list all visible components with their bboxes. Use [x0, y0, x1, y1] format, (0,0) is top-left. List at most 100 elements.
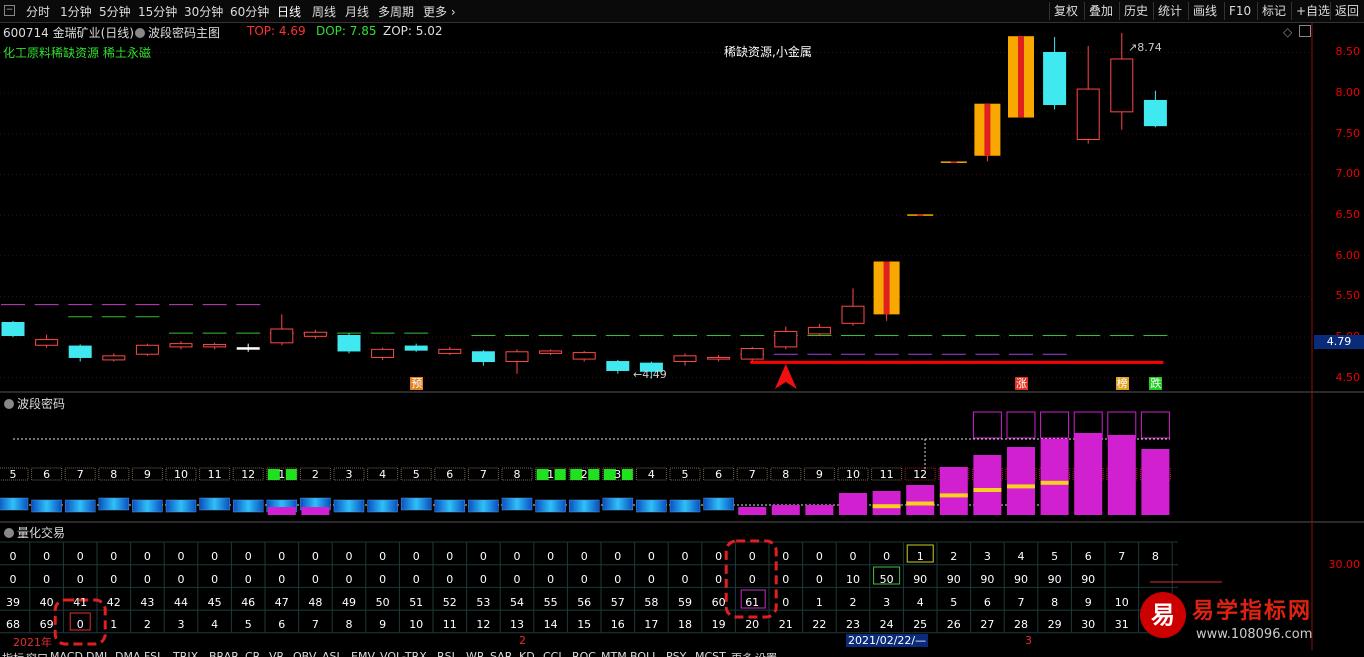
- history-button[interactable]: 历史: [1119, 2, 1152, 20]
- candle-body: [1043, 51, 1067, 106]
- wave-bar-magenta: [1074, 433, 1103, 515]
- indicator-tab[interactable]: SAR: [490, 650, 512, 657]
- indicator-tab[interactable]: RSI: [437, 650, 455, 657]
- fuquan-button[interactable]: 复权: [1049, 2, 1082, 20]
- quant-cell: 56: [577, 596, 592, 609]
- indicator-tab[interactable]: 窗口: [26, 650, 48, 657]
- date-label: 3: [1025, 634, 1032, 647]
- quant-cell: 26: [946, 618, 961, 631]
- tab-30min[interactable]: 30分钟: [184, 3, 223, 20]
- wave-signal-block: [570, 469, 583, 480]
- quant-cell: 0: [479, 573, 487, 586]
- quant-cell: 0: [614, 573, 622, 586]
- overlay-button[interactable]: 叠加: [1084, 2, 1117, 20]
- indicator-tab[interactable]: EMV: [351, 650, 375, 657]
- wave-bar-outline: [1140, 411, 1170, 439]
- quant-cell: 0: [782, 573, 790, 586]
- back-button[interactable]: 返回: [1330, 2, 1363, 20]
- wave-panel-title[interactable]: 波段密码: [4, 395, 65, 412]
- candle-body: [68, 345, 92, 358]
- indicator-tab[interactable]: MTM: [601, 650, 627, 657]
- wave-count-label: 14: [980, 468, 994, 481]
- indicator-tab[interactable]: MACD: [50, 650, 83, 657]
- indicator-tab[interactable]: TRIX: [173, 650, 198, 657]
- indicator-name: 波段密码主图: [148, 26, 221, 40]
- indicator-tab[interactable]: DMA: [115, 650, 141, 657]
- wave-bar-magenta: [1007, 447, 1035, 515]
- quant-cell: 7: [1118, 550, 1126, 563]
- quant-cell: 28: [1014, 618, 1028, 631]
- indicator-tab[interactable]: MCST: [695, 650, 726, 657]
- indicator-tab[interactable]: 更多: [731, 650, 753, 657]
- date-label: 2021年: [13, 636, 52, 649]
- tab-minute[interactable]: 分时: [26, 3, 50, 20]
- diamond-icon[interactable]: ◇: [1283, 25, 1292, 39]
- wave-count-label: 5: [413, 468, 420, 481]
- wave-count-label: 2: [1118, 468, 1125, 481]
- indicator-tab[interactable]: CR: [245, 650, 260, 657]
- quant-cell: 6: [983, 596, 991, 609]
- indicator-tab[interactable]: KD: [519, 650, 535, 657]
- signal-marker: 预: [410, 377, 424, 390]
- wave-bar-blue: [31, 499, 62, 513]
- tab-more[interactable]: 更多 ›: [423, 3, 456, 20]
- candle-body: [940, 161, 967, 163]
- quant-cell: 90: [1014, 573, 1028, 586]
- candle-stripe: [1018, 36, 1024, 118]
- concept-tags: 化工原料稀缺资源 稀土永磁: [3, 46, 151, 60]
- indicator-tab[interactable]: DMI: [86, 650, 107, 657]
- quant-cell: 2: [950, 550, 958, 563]
- add-watchlist-button[interactable]: +自选: [1291, 2, 1334, 20]
- indicator-selector[interactable]: 波段密码主图: [135, 24, 220, 41]
- stats-button[interactable]: 统计: [1153, 2, 1186, 20]
- wave-count-box: [400, 467, 432, 481]
- indicator-tab[interactable]: 指标: [2, 650, 24, 657]
- indicator-tab[interactable]: 设置: [755, 650, 777, 657]
- quant-panel-title[interactable]: 量化交易: [4, 524, 65, 541]
- wave-count-box: [803, 467, 835, 481]
- quant-cell: 0: [110, 550, 118, 563]
- quant-cell: 0: [748, 573, 756, 586]
- tab-daily[interactable]: 日线: [277, 3, 301, 20]
- tab-weekly[interactable]: 周线: [312, 3, 336, 20]
- collapse-icon[interactable]: −: [4, 5, 15, 16]
- mark-button[interactable]: 标记: [1257, 2, 1290, 20]
- indicator-tab[interactable]: BRAR: [209, 650, 239, 657]
- f10-button[interactable]: F10: [1224, 2, 1255, 20]
- indicator-tab[interactable]: ASI: [322, 650, 340, 657]
- indicator-tab[interactable]: OBV: [293, 650, 316, 657]
- tab-60min[interactable]: 60分钟: [230, 3, 269, 20]
- settings-icon: [4, 399, 14, 409]
- quant-cell: 10: [846, 573, 860, 586]
- draw-button[interactable]: 画线: [1188, 2, 1221, 20]
- tab-multi-period[interactable]: 多周期: [378, 3, 414, 20]
- indicator-tab[interactable]: FSL: [144, 650, 163, 657]
- tab-1min[interactable]: 1分钟: [60, 3, 92, 20]
- wave-bar-magenta: [301, 507, 330, 515]
- indicator-tab[interactable]: ROC: [572, 650, 596, 657]
- wave-count-box: [904, 467, 936, 481]
- wave-bar-magenta: [1107, 435, 1136, 515]
- wave-count-box: [299, 467, 331, 481]
- low-price-label: ←4.49: [633, 368, 667, 381]
- quant-cell: 7: [311, 618, 319, 631]
- indicator-tab[interactable]: BOLL: [630, 650, 658, 657]
- maximize-icon[interactable]: [1299, 25, 1311, 37]
- wave-bar-blue: [165, 499, 197, 513]
- indicator-tab[interactable]: VOL-TRX: [380, 650, 427, 657]
- indicator-tab[interactable]: VR: [269, 650, 284, 657]
- indicator-tab[interactable]: CCI: [543, 650, 562, 657]
- quant-cell: 0: [513, 550, 521, 563]
- candle-body: [1076, 88, 1100, 140]
- tab-5min[interactable]: 5分钟: [99, 3, 131, 20]
- wave-bar-outline: [972, 411, 1002, 439]
- tab-monthly[interactable]: 月线: [345, 3, 369, 20]
- tab-15min[interactable]: 15分钟: [138, 3, 177, 20]
- quant-cell: 0: [715, 573, 723, 586]
- wave-count-label: 12: [913, 468, 927, 481]
- quant-cell: 41: [73, 596, 88, 609]
- quant-cell: 0: [110, 573, 118, 586]
- wave-count-box: [1005, 467, 1037, 481]
- indicator-tab[interactable]: PSY: [666, 650, 686, 657]
- indicator-tab[interactable]: WR: [466, 650, 485, 657]
